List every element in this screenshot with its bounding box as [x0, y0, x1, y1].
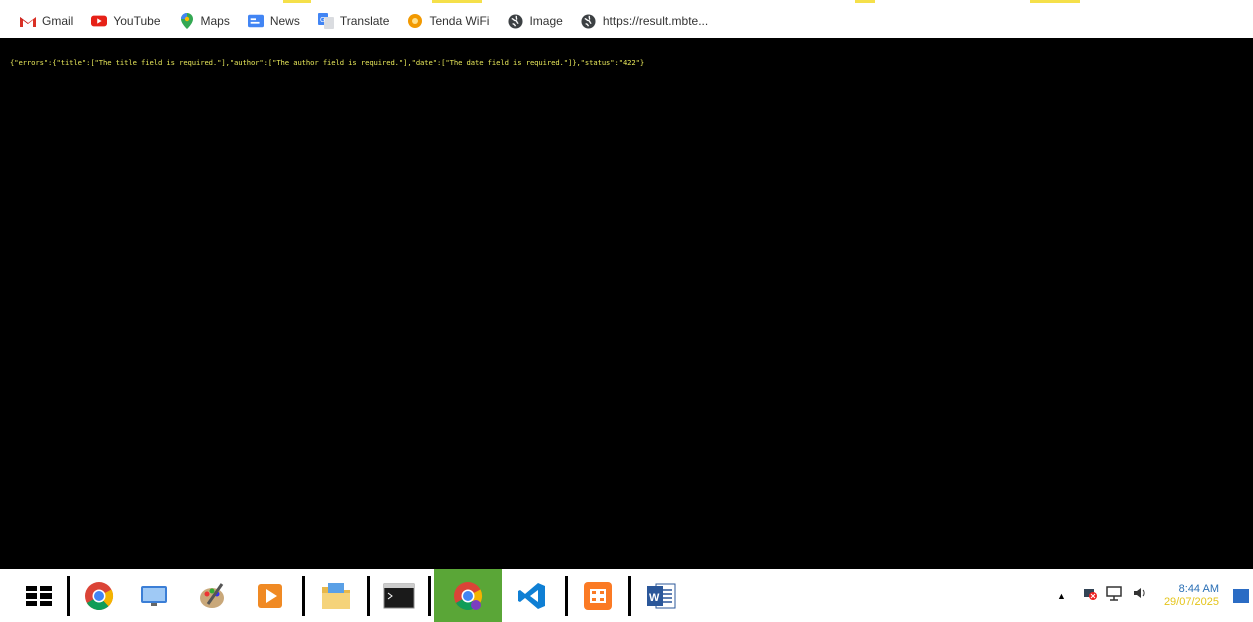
- taskbar-divider: [565, 575, 568, 616]
- taskbar: W ▲ 8:44 AM 29/07/2025: [0, 569, 1253, 622]
- taskbar-divider: [628, 575, 631, 616]
- system-tray: ▲ 8:44 AM 29/07/2025: [1057, 569, 1253, 622]
- chrome-profile-icon[interactable]: [434, 569, 502, 622]
- bookmark-label: Translate: [339, 14, 390, 28]
- bookmark-translate[interactable]: G Translate: [317, 13, 390, 29]
- youtube-icon: [91, 13, 108, 29]
- notification-icon[interactable]: [1233, 588, 1249, 603]
- paint-icon[interactable]: [183, 569, 241, 622]
- show-hidden-icons-icon[interactable]: ▲: [1057, 591, 1066, 601]
- globe-icon: [581, 13, 597, 29]
- chrome-icon[interactable]: [73, 569, 125, 622]
- xampp-icon[interactable]: [571, 569, 625, 622]
- bookmark-label: News: [269, 14, 300, 28]
- taskbar-divider: [428, 575, 431, 616]
- bookmark-label: Tenda WiFi: [429, 14, 490, 28]
- bookmark-label: https://result.mbte...: [602, 14, 709, 28]
- bookmark-maps[interactable]: Maps: [179, 13, 230, 29]
- media-player-icon[interactable]: [241, 569, 299, 622]
- bookmark-image[interactable]: Image: [507, 13, 563, 29]
- json-response: {"errors":{"title":["The title field is …: [10, 58, 645, 67]
- remote-desktop-icon[interactable]: [125, 569, 183, 622]
- bookmark-label: YouTube: [113, 14, 161, 28]
- clock[interactable]: 8:44 AM 29/07/2025: [1164, 583, 1219, 609]
- bookmark-news[interactable]: News: [247, 13, 300, 29]
- news-icon: [247, 13, 264, 29]
- network-icon[interactable]: [1106, 585, 1122, 606]
- gmail-icon: [20, 13, 36, 29]
- translate-icon: G: [317, 13, 334, 29]
- taskbar-divider: [302, 575, 305, 616]
- network-alert-icon[interactable]: [1082, 585, 1098, 606]
- svg-text:G: G: [320, 17, 325, 24]
- volume-icon[interactable]: [1132, 585, 1148, 606]
- taskbar-divider: [367, 575, 370, 616]
- bookmark-gmail[interactable]: Gmail: [20, 13, 73, 29]
- bookmark-tenda-wifi[interactable]: Tenda WiFi: [407, 13, 489, 29]
- tenda-wifi-icon: [407, 13, 423, 29]
- taskbar-divider: [67, 575, 70, 616]
- page-content: {"errors":{"title":["The title field is …: [0, 38, 1253, 569]
- vscode-icon[interactable]: [502, 569, 562, 622]
- bookmarks-bar: Gmail YouTube Maps News G Translate Tend…: [0, 4, 1253, 38]
- bookmark-label: Gmail: [42, 14, 74, 28]
- file-explorer-icon[interactable]: [308, 569, 364, 622]
- bookmark-label: Image: [529, 14, 563, 28]
- maps-icon: [179, 13, 195, 29]
- bookmark-label: Maps: [200, 14, 230, 28]
- bookmark-youtube[interactable]: YouTube: [91, 13, 161, 29]
- word-icon[interactable]: W: [634, 569, 688, 622]
- clock-date: 29/07/2025: [1163, 595, 1219, 608]
- bookmark-result[interactable]: https://result.mbte...: [581, 13, 708, 29]
- clock-time: 8:44 AM: [1178, 582, 1219, 595]
- windows-start-icon[interactable]: [14, 569, 64, 622]
- terminal-icon[interactable]: [373, 569, 425, 622]
- globe-icon: [507, 13, 523, 29]
- svg-text:W: W: [649, 592, 660, 604]
